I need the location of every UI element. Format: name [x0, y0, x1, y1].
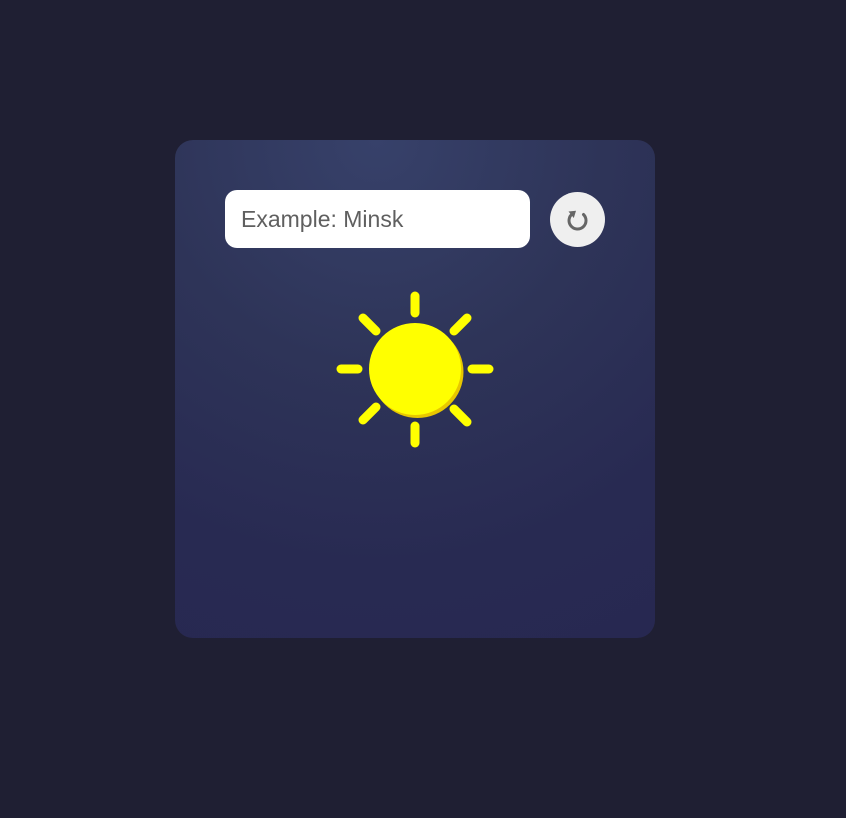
weather-card [175, 140, 655, 638]
city-search-input[interactable] [225, 190, 530, 248]
refresh-icon [567, 210, 588, 231]
refresh-button[interactable] [550, 192, 605, 247]
sun-icon [336, 291, 494, 448]
